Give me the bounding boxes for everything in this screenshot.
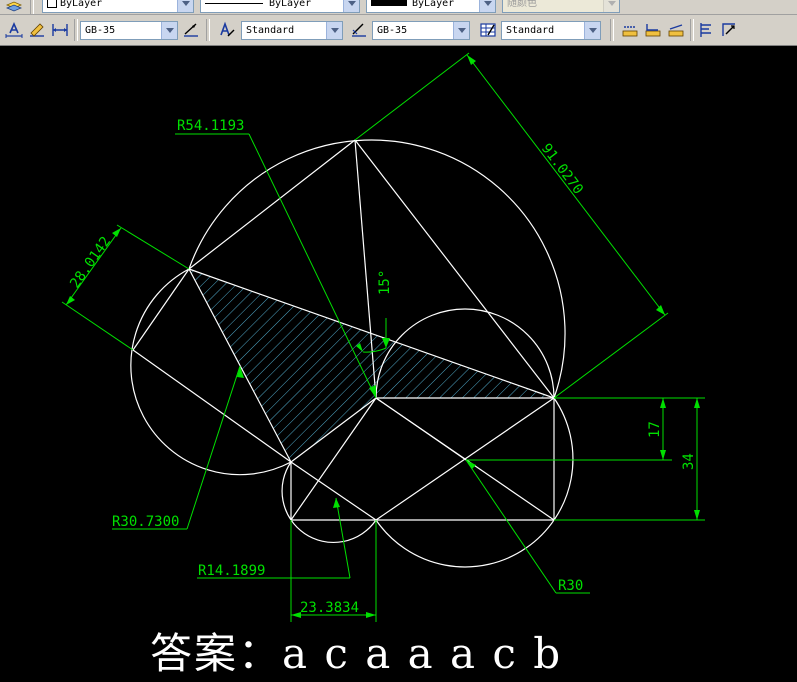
- text-style-combo-value: Standard: [246, 25, 295, 36]
- text-style-combo[interactable]: Standard: [241, 21, 343, 40]
- multileader-collect-icon[interactable]: [696, 20, 716, 40]
- styles-toolbar: GB-35 Standard GB-35 Standard: [0, 15, 797, 46]
- arrowhead: [656, 305, 665, 315]
- multileader-add-icon[interactable]: [643, 20, 663, 40]
- properties-toolbar: ByLayer ByLayer ByLayer 随颜色: [0, 0, 797, 15]
- dim-label-r14: R14.1899: [198, 563, 265, 579]
- dim-style-combo-value: GB-35: [85, 25, 116, 36]
- plot-style-combo-value: 随颜色: [507, 0, 537, 9]
- toolbar-separator: [610, 19, 614, 41]
- answer-text: 答案：a c a a a c b: [150, 629, 563, 678]
- extension-line: [553, 312, 669, 399]
- dim-style-combo-2[interactable]: GB-35: [372, 21, 470, 40]
- color-combo[interactable]: ByLayer: [42, 0, 194, 13]
- chevron-down-icon[interactable]: [453, 22, 469, 39]
- dimension-style-manager-icon[interactable]: [349, 20, 369, 40]
- dimension-text-icon[interactable]: [4, 20, 24, 40]
- multileader-style-icon[interactable]: [719, 20, 739, 40]
- toolbar-separator: [690, 19, 694, 41]
- line: [290, 461, 377, 521]
- linetype-combo[interactable]: ByLayer: [200, 0, 360, 13]
- leader-r14: [335, 497, 351, 579]
- dimension-linear-icon[interactable]: [50, 20, 70, 40]
- arrowhead: [660, 450, 666, 460]
- arrowhead: [660, 398, 666, 408]
- dim-label-34: 34: [681, 453, 697, 470]
- chevron-down-icon: [603, 0, 619, 12]
- arrowheads: [66, 55, 700, 618]
- table-style-combo-value: Standard: [506, 25, 555, 36]
- cad-drawing: R54.1193 91.0270 28.0142 15° R30.7300 R1…: [61, 52, 705, 622]
- hatch-region: [189, 269, 554, 462]
- drawing-canvas[interactable]: R54.1193 91.0270 28.0142 15° R30.7300 R1…: [0, 46, 797, 682]
- arrowhead: [66, 296, 75, 305]
- chevron-down-icon[interactable]: [326, 22, 342, 39]
- extension-line: [61, 301, 134, 351]
- line: [375, 397, 467, 461]
- dim-style-combo-2-value: GB-35: [377, 25, 408, 36]
- line: [132, 268, 190, 351]
- dim-label-r54: R54.1193: [177, 118, 244, 134]
- table-style-combo[interactable]: Standard: [501, 21, 601, 40]
- toolbar-separator: [74, 19, 78, 41]
- table-style-icon[interactable]: [478, 20, 498, 40]
- chevron-down-icon[interactable]: [343, 0, 359, 12]
- arrowhead: [694, 510, 700, 520]
- lineweight-combo-value: ByLayer: [412, 0, 455, 9]
- arrowhead: [366, 612, 376, 618]
- color-swatch: [47, 0, 57, 8]
- dim-label-r30: R30: [558, 578, 583, 594]
- toolbar-separator: [30, 0, 34, 14]
- color-combo-value: ByLayer: [60, 0, 103, 9]
- layers-icon[interactable]: [4, 0, 24, 14]
- circle-bottom-right: [375, 397, 574, 568]
- chevron-down-icon[interactable]: [584, 22, 600, 39]
- toolbar-separator: [206, 19, 210, 41]
- dim-label-23: 23.3834: [300, 600, 359, 616]
- chevron-down-icon[interactable]: [479, 0, 495, 12]
- dim-label-91: 91.0270: [538, 141, 586, 198]
- linetype-combo-value: ByLayer: [269, 0, 312, 9]
- arrowhead: [467, 55, 476, 65]
- circle-small: [281, 461, 377, 544]
- dim-label-r30-73: R30.7300: [112, 514, 179, 530]
- arrowhead: [694, 398, 700, 408]
- dim-style-combo[interactable]: GB-35: [80, 21, 178, 40]
- dim-label-15deg: 15°: [377, 270, 393, 295]
- multileader-icon[interactable]: [620, 20, 640, 40]
- chevron-down-icon[interactable]: [161, 22, 177, 39]
- extension-line: [354, 52, 470, 141]
- dimension-edit-icon[interactable]: [27, 20, 47, 40]
- lineweight-preview: [371, 0, 407, 6]
- leader-r30-73: [186, 365, 241, 530]
- plot-style-combo: 随颜色: [502, 0, 620, 13]
- line: [188, 139, 356, 270]
- dim-label-17: 17: [647, 421, 663, 438]
- multileader-align-icon[interactable]: [666, 20, 686, 40]
- arrowhead: [333, 498, 340, 508]
- dimension-style-icon[interactable]: [181, 20, 201, 40]
- arrowhead: [112, 228, 121, 237]
- extension-line: [116, 224, 190, 270]
- dim-label-28: 28.0142: [67, 234, 114, 292]
- text-style-icon[interactable]: [217, 20, 237, 40]
- chevron-down-icon[interactable]: [177, 0, 193, 12]
- leader-r30: [465, 459, 557, 594]
- linetype-preview: [205, 2, 263, 4]
- lineweight-combo[interactable]: ByLayer: [366, 0, 496, 13]
